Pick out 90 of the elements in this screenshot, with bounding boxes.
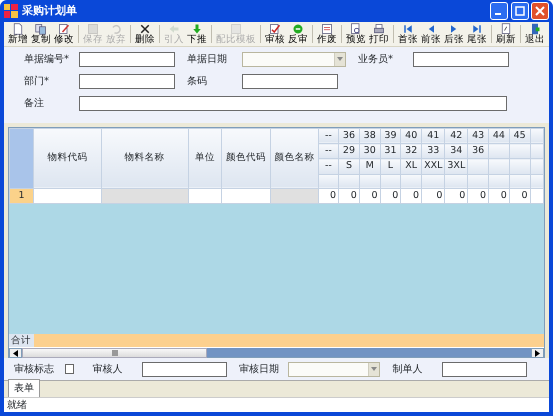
toolbar-button[interactable]: 删除 <box>134 23 156 45</box>
toolbar-button[interactable]: 尾张 <box>466 23 488 45</box>
toolbar-button[interactable]: 审核 <box>264 23 286 45</box>
column-header[interactable]: 单位 <box>188 128 222 188</box>
quantity-cell: 0 <box>359 188 380 204</box>
quantity-cell: 0 <box>318 188 339 204</box>
document-icon <box>319 23 335 35</box>
app-icon <box>4 4 18 18</box>
field-label: 备注 <box>24 96 45 110</box>
size-header: -- <box>318 128 339 144</box>
horizontal-scrollbar[interactable] <box>9 347 544 358</box>
minimize-button[interactable] <box>490 2 508 20</box>
quantity-cell: 0 <box>509 188 530 204</box>
quantity-cell: 0 <box>422 188 445 204</box>
edit-icon <box>56 23 72 35</box>
toolbar-button[interactable]: 作废 <box>316 23 338 45</box>
toolbar-button[interactable]: 下推 <box>186 23 208 45</box>
close-icon <box>535 6 545 16</box>
field-label: 条码 <box>187 74 208 88</box>
column-header[interactable]: 物料代码 <box>34 128 102 188</box>
copy-icon <box>33 23 49 35</box>
toolbar-button[interactable]: 首张 <box>397 23 419 45</box>
size-header: 43 <box>468 128 488 144</box>
right-arrow-icon <box>535 350 540 357</box>
size-header: 39 <box>380 128 401 144</box>
text-field[interactable] <box>79 74 175 88</box>
text-field[interactable] <box>242 74 338 88</box>
toolbar-button[interactable]: 后张 <box>443 23 465 45</box>
save-icon <box>85 23 101 35</box>
quantity-cell: 0 <box>380 188 401 204</box>
approve-icon <box>267 23 283 35</box>
status-text: 就绪 <box>4 397 549 412</box>
toolbar-button[interactable]: 反审 <box>287 23 309 45</box>
size-header: 33 <box>422 144 445 159</box>
column-header[interactable]: 颜色代码 <box>222 128 270 188</box>
text-field[interactable] <box>79 52 175 66</box>
size-header: 41 <box>422 128 445 144</box>
quantity-cell: 0 <box>488 188 510 204</box>
grid-cell[interactable] <box>34 188 102 204</box>
grid-cell[interactable] <box>188 188 222 204</box>
text-field[interactable] <box>142 362 227 377</box>
quantity-cell: 0 <box>400 188 422 204</box>
text-field[interactable] <box>442 362 528 377</box>
maximize-button[interactable] <box>510 2 528 20</box>
size-header: 40 <box>400 128 422 144</box>
window-title: 采购计划单 <box>22 2 77 19</box>
toolbar-button[interactable]: 前张 <box>420 23 442 45</box>
size-header: 42 <box>444 128 468 144</box>
text-field[interactable] <box>79 96 507 110</box>
row-number: 1 <box>10 188 34 204</box>
grip-icon <box>112 350 118 356</box>
maximize-icon <box>514 6 524 16</box>
field-label: 审核日期 <box>238 362 280 377</box>
toolbar-button[interactable]: 刷新 <box>495 23 517 45</box>
checkbox[interactable] <box>65 364 74 374</box>
quantity-cell: 0 <box>338 188 360 204</box>
toolbar-button[interactable]: 退出 <box>524 23 546 45</box>
total-label: 合计 <box>9 334 34 348</box>
toolbar-button[interactable]: 复制 <box>30 23 52 45</box>
tab[interactable]: 表单 <box>8 379 40 397</box>
close-button[interactable] <box>531 2 549 20</box>
template-icon <box>228 23 244 35</box>
text-field[interactable] <box>413 52 509 66</box>
grid-cell[interactable] <box>101 188 188 204</box>
size-header: 44 <box>488 128 510 144</box>
printer-icon <box>371 23 387 35</box>
field-label: 审核人 <box>92 362 124 377</box>
toolbar-button[interactable]: 预览 <box>345 23 367 45</box>
field-label: 单据日期 <box>187 52 228 66</box>
field-label: 部门* <box>24 74 50 88</box>
grid-corner <box>10 128 34 188</box>
column-header[interactable]: 颜色名称 <box>270 128 318 188</box>
field-label: 审核标志 <box>14 362 55 377</box>
size-header: 45 <box>509 128 530 144</box>
column-header[interactable]: 物料名称 <box>101 128 188 188</box>
field-label: 制单人 <box>392 362 424 377</box>
size-header: 36 <box>338 128 360 144</box>
left-arrow-icon <box>13 350 18 357</box>
caret-icon <box>371 367 378 372</box>
field-label: 单据编号* <box>24 52 70 66</box>
grid-cell[interactable] <box>270 188 318 204</box>
quantity-cell: 0 <box>444 188 468 204</box>
field-label: 业务员* <box>358 52 394 66</box>
toolbar-button[interactable]: 打印 <box>368 23 390 45</box>
quantity-cell: 0 <box>468 188 488 204</box>
toolbar-button[interactable]: 修改 <box>53 23 75 45</box>
size-header: 38 <box>359 128 380 144</box>
caret-icon <box>337 57 343 61</box>
grid-cell[interactable] <box>222 188 270 204</box>
toolbar-button[interactable]: 新增 <box>7 23 29 45</box>
